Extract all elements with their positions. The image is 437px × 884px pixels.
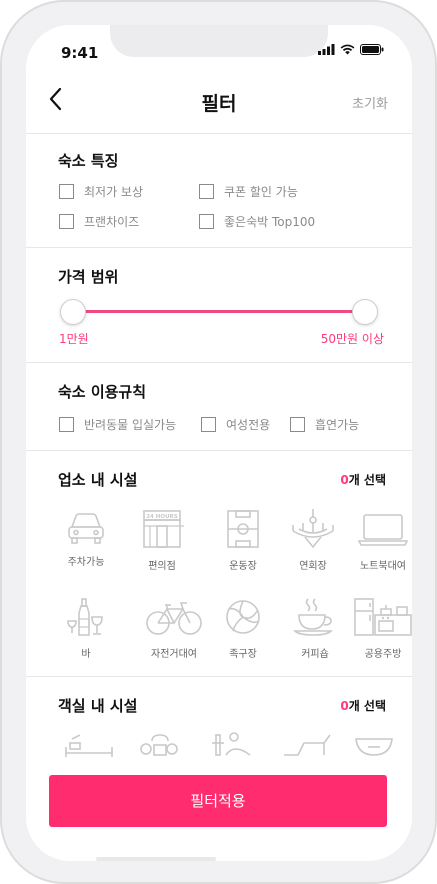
facilities-selected-count: 0개 선택 — [340, 471, 386, 488]
room-facilities-selected-count: 0개 선택 — [340, 697, 386, 714]
price-max-label: 50만원 이상 — [320, 332, 384, 346]
spa-icon — [212, 732, 251, 756]
rules-title: 숙소 이용규칙 — [58, 383, 147, 401]
facility-label: 공용주방 — [364, 649, 402, 660]
nav-bar: 필터 초기화 — [26, 83, 412, 123]
checkbox-box — [59, 417, 74, 432]
signal-icon — [318, 44, 335, 55]
facility-bar[interactable]: 바 — [53, 597, 119, 660]
checkbox-women-only[interactable]: 여성전용 — [201, 416, 270, 433]
facility-field[interactable]: 운동장 — [210, 509, 276, 572]
divider — [26, 133, 412, 134]
checkbox-box — [59, 214, 74, 229]
svg-text:24 HOURS: 24 HOURS — [146, 514, 178, 520]
bathtub-icon — [355, 738, 393, 756]
facility-bicycle-rental[interactable]: 자전거대여 — [141, 597, 207, 660]
price-min-label: 1만원 — [59, 332, 89, 346]
divider — [26, 247, 412, 248]
bbq-icon — [140, 734, 178, 756]
facility-label: 바 — [81, 649, 91, 660]
price-slider-max-handle[interactable] — [352, 299, 378, 325]
status-time: 9:41 — [61, 44, 99, 62]
checkbox-label: 흡연가능 — [315, 418, 360, 432]
divider — [26, 450, 412, 451]
checkbox-box — [199, 184, 214, 199]
checkbox-label: 최저가 보상 — [84, 185, 144, 199]
facility-label: 노트북대여 — [360, 561, 406, 572]
wine-bar-icon — [67, 598, 103, 636]
count-suffix: 개 선택 — [348, 699, 386, 713]
facilities-title: 업소 내 시설 — [58, 471, 138, 489]
home-indicator — [96, 857, 216, 861]
room-facilities-title: 객실 내 시설 — [58, 697, 138, 715]
facility-shared-kitchen[interactable]: 공용주방 — [350, 597, 412, 660]
checkbox-label: 반려동물 입실가능 — [84, 418, 177, 432]
facility-laptop-rental[interactable]: 노트북대여 — [350, 509, 412, 572]
checkbox-smoking[interactable]: 흡연가능 — [290, 416, 359, 433]
facility-convenience-store[interactable]: 24 HOURS 편의점 — [129, 509, 195, 572]
notch — [110, 25, 328, 57]
facility-label: 주차가능 — [67, 557, 105, 568]
volleyball-icon — [226, 600, 260, 634]
facility-jokgu-court[interactable]: 족구장 — [210, 597, 276, 660]
divider — [26, 676, 412, 677]
battery-icon — [360, 44, 384, 55]
phone-frame: 9:41 필터 초기화 숙소 특징 최저가 보상 쿠폰 할인 가능 프랜차이즈 … — [0, 0, 437, 884]
checkbox-coupon[interactable]: 쿠폰 할인 가능 — [199, 183, 298, 200]
checkbox-label: 프랜차이즈 — [84, 215, 140, 229]
lounge-chair-icon — [284, 734, 331, 756]
count-number: 0 — [340, 699, 349, 713]
facility-coffee-shop[interactable]: 커피숍 — [282, 597, 348, 660]
coffee-cup-icon — [293, 598, 333, 636]
checkbox-box — [199, 214, 214, 229]
facility-label: 편의점 — [148, 561, 176, 572]
checkbox-box — [59, 184, 74, 199]
status-icons — [318, 44, 384, 55]
car-icon — [68, 513, 104, 544]
kitchen-icon — [354, 598, 412, 636]
checkbox-box — [201, 417, 216, 432]
checkbox-franchise[interactable]: 프랜차이즈 — [59, 213, 139, 230]
checkbox-label: 여성전용 — [226, 418, 271, 432]
checkbox-label: 좋은숙박 Top100 — [224, 215, 316, 229]
facility-label: 커피숍 — [301, 649, 329, 660]
facility-label: 운동장 — [229, 561, 257, 572]
checkbox-top100[interactable]: 좋은숙박 Top100 — [199, 213, 315, 230]
checkbox-box — [290, 417, 305, 432]
bed-icon — [65, 734, 113, 757]
price-slider-min-handle[interactable] — [60, 299, 86, 325]
count-number: 0 — [340, 473, 349, 487]
price-title: 가격 범위 — [58, 268, 119, 286]
count-suffix: 개 선택 — [348, 473, 386, 487]
facility-label: 자전거대여 — [151, 649, 197, 660]
checkbox-pets[interactable]: 반려동물 입실가능 — [59, 416, 176, 433]
checkbox-lowest-price[interactable]: 최저가 보상 — [59, 183, 143, 200]
facility-label: 족구장 — [229, 649, 257, 660]
features-title: 숙소 특징 — [58, 152, 119, 170]
divider — [26, 362, 412, 363]
facility-parking[interactable]: 주차가능 — [53, 509, 119, 568]
reset-button[interactable]: 초기화 — [352, 93, 388, 112]
chandelier-icon — [292, 509, 334, 549]
wifi-icon — [340, 44, 355, 55]
laptop-icon — [357, 514, 409, 546]
field-icon — [227, 510, 259, 548]
facility-label: 연회장 — [299, 561, 327, 572]
price-slider-track[interactable] — [73, 310, 364, 313]
checkbox-label: 쿠폰 할인 가능 — [224, 185, 298, 199]
convenience-store-icon: 24 HOURS — [143, 510, 184, 548]
bicycle-icon — [146, 602, 202, 635]
screen: 9:41 필터 초기화 숙소 특징 최저가 보상 쿠폰 할인 가능 프랜차이즈 … — [26, 25, 412, 861]
apply-filter-button[interactable]: 필터적용 — [49, 775, 387, 827]
facility-banquet[interactable]: 연회장 — [280, 509, 346, 572]
